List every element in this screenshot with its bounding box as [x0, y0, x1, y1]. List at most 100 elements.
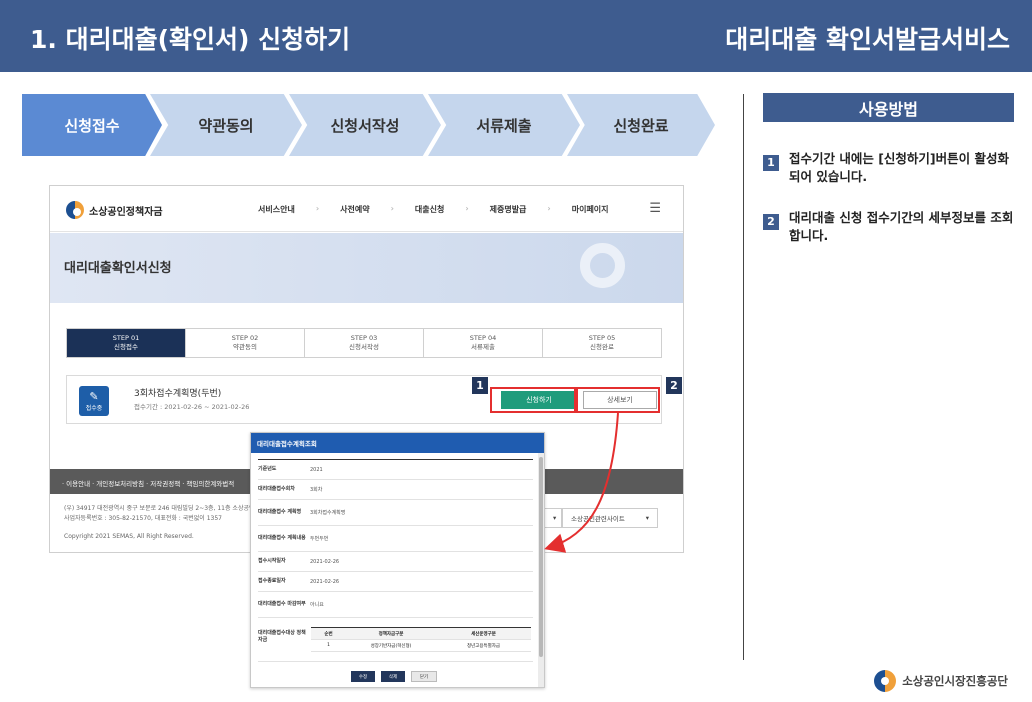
- process-step-2: 약관동의: [150, 94, 302, 156]
- howto-text: 대리대출 신청 접수기간의 세부정보를 조회합니다.: [789, 210, 1014, 243]
- howto-item-1: 1 접수기간 내에는 [신청하기]버튼이 활성화 되어 있습니다.: [763, 150, 1018, 186]
- table-cell: 성장기반자금(혁신형): [370, 643, 412, 649]
- menu-separator: ›: [315, 204, 320, 213]
- service-title: 대리대출 확인서발급서비스: [725, 25, 1010, 54]
- modal-value: 아니요: [310, 602, 324, 608]
- plan-period: 접수기간 : 2021-02-26 ~ 2021-02-26: [134, 403, 250, 411]
- plan-title: 3회차접수계획명(두번): [134, 389, 222, 399]
- menu-item-reservation[interactable]: 사전예약: [340, 204, 369, 215]
- modal-label: 대리대출접수대상 정책자금: [258, 630, 306, 643]
- header-bar: 1. 대리대출(확인서) 신청하기 대리대출 확인서발급서비스: [0, 0, 1032, 72]
- site-step-number: STEP 05: [588, 334, 616, 342]
- page-title: 1. 대리대출(확인서) 신청하기: [30, 25, 351, 54]
- howto-title: 사용방법: [763, 93, 1014, 122]
- modal-value: 두번두번: [310, 536, 329, 542]
- plan-detail-modal: 대리대출접수계획조회 기준년도 2021 대리대출접수회차 3회차 대리대출접수 계…: [250, 432, 545, 688]
- marker-2: 2: [666, 377, 682, 394]
- process-step-label: 약관동의: [198, 116, 254, 135]
- site-step-4: STEP 04 서류제출: [424, 329, 543, 357]
- process-step-label: 신청서작성: [330, 116, 400, 135]
- org-logo-icon: [874, 670, 897, 692]
- process-step-label: 신청완료: [613, 116, 669, 135]
- footer-info: (우) 34917 대전광역시 중구 보문로 246 대림빌딩 2~3층, 11…: [64, 504, 260, 524]
- footer-address: (우) 34917 대전광역시 중구 보문로 246 대림빌딩 2~3층, 11…: [64, 505, 261, 512]
- menu-separator: ›: [390, 204, 394, 213]
- menu-item-service[interactable]: 서비스안내: [258, 204, 295, 215]
- site-step-2: STEP 02 약관동의: [186, 329, 305, 357]
- org-name: 소상공인시장진흥공단: [902, 674, 1008, 688]
- modal-label: 접수시작일자: [258, 558, 286, 564]
- modal-label: 대리대출접수 계획명: [258, 509, 302, 515]
- banner-title: 대리대출확인서신청: [64, 261, 172, 276]
- pencil-icon: ✎ 접수중: [79, 386, 109, 416]
- site-logo-icon: [66, 201, 84, 219]
- menu-item-mypage[interactable]: 마이페이지: [572, 204, 609, 215]
- modal-value: 3회차: [310, 487, 323, 493]
- process-step-3: 신청서작성: [289, 94, 441, 156]
- modal-scrollbar[interactable]: [538, 453, 544, 687]
- edit-button[interactable]: 수정: [351, 671, 375, 682]
- process-step-label: 서류제출: [476, 116, 532, 135]
- related-site-select[interactable]: 소상공인관련사이트 ▾: [562, 508, 658, 528]
- modal-value: 2021-02-26: [310, 558, 340, 565]
- site-nav: 소상공인정책자금 서비스안내 › 사전예약 › 대출신청 › 제증명발급 › 마…: [50, 186, 683, 232]
- site-step-5: STEP 05 신청완료: [543, 329, 661, 357]
- modal-label: 대리대출접수회차: [258, 486, 295, 492]
- hamburger-icon[interactable]: ☰: [649, 201, 661, 216]
- table-cell: 청년고용특별자금: [466, 643, 501, 649]
- marker-1: 1: [472, 377, 488, 394]
- site-menu: 서비스안내 › 사전예약 › 대출신청 › 제증명발급 › 마이페이지: [258, 204, 609, 215]
- menu-item-loan-apply[interactable]: 대출신청: [415, 204, 444, 215]
- site-step-1: STEP 01 신청접수: [67, 329, 186, 357]
- site-select-small[interactable]: ▾: [544, 508, 562, 528]
- pencil-glyph: ✎: [89, 390, 99, 403]
- menu-separator: ›: [547, 204, 551, 213]
- delete-button[interactable]: 삭제: [381, 671, 405, 682]
- chevron-down-icon: ▾: [645, 514, 649, 522]
- org-logo: 소상공인시장진흥공단: [874, 670, 1008, 692]
- site-step-number: STEP 01: [112, 334, 140, 342]
- modal-row: 대리대출접수 계획명 3회차접수계획명: [258, 500, 533, 526]
- table-header-cell: 정책자금구분: [378, 631, 404, 637]
- modal-row: 접수시작일자 2021-02-26: [258, 552, 533, 572]
- modal-label: 대리대출접수 마감여부: [258, 601, 306, 607]
- copyright: Copyright 2021 SEMAS, All Right Reserved…: [64, 533, 194, 540]
- table-row: 1 성장기반자금(혁신형) 청년고용특별자금: [311, 640, 531, 652]
- site-step-bar: STEP 01 신청접수 STEP 02 약관동의 STEP 03 신청서작성 STE…: [66, 328, 662, 358]
- process-step-label: 신청접수: [64, 116, 120, 135]
- site-step-label: 신청접수: [114, 343, 138, 351]
- site-step-number: STEP 03: [350, 334, 378, 342]
- process-step-5: 신청완료: [567, 94, 715, 156]
- close-button[interactable]: 닫기: [411, 671, 437, 682]
- modal-title: 대리대출접수계획조회: [251, 433, 544, 453]
- process-step-4: 서류제출: [428, 94, 580, 156]
- modal-row: 접수종료일자 2021-02-26: [258, 572, 533, 592]
- divider: [743, 94, 744, 660]
- menu-item-certificate[interactable]: 제증명발급: [490, 204, 527, 215]
- site-step-label: 서류제출: [471, 343, 495, 351]
- modal-value: 2021: [310, 466, 323, 473]
- modal-row: 기준년도 2021: [258, 460, 533, 480]
- modal-row: 대리대출접수회차 3회차: [258, 480, 533, 500]
- modal-value: 2021-02-26: [310, 578, 340, 585]
- howto-number: 1: [763, 155, 779, 171]
- modal-row: 대리대출접수 마감여부 아니요: [258, 592, 533, 618]
- table-header-cell: 세산운영구분: [471, 631, 496, 637]
- table-header: 순번 정책자금구분 세산운영구분: [311, 628, 531, 640]
- highlight-apply: [490, 387, 576, 413]
- banner-decoration: [580, 243, 625, 288]
- site-step-label: 신청서작성: [349, 343, 379, 351]
- site-banner: 대리대출확인서신청: [50, 233, 683, 303]
- howto-text: 접수기간 내에는 [신청하기]버튼이 활성화 되어 있습니다.: [789, 151, 1009, 184]
- modal-label: 접수종료일자: [258, 578, 286, 584]
- howto-number: 2: [763, 214, 779, 230]
- modal-row: 대리대출접수 계획내용 두번두번: [258, 526, 533, 552]
- footer-bizno: 사업자등록번호 : 305-82-21570, 대표전화 : 국번없이 1357: [64, 515, 222, 522]
- howto-item-2: 2 대리대출 신청 접수기간의 세부정보를 조회합니다.: [763, 209, 1018, 245]
- modal-value: 3회차접수계획명: [310, 510, 346, 516]
- highlight-detail: [576, 387, 660, 413]
- site-logo-text: 소상공인정책자금: [89, 206, 163, 218]
- site-logo[interactable]: 소상공인정책자금: [66, 201, 163, 219]
- site-step-3: STEP 03 신청서작성: [305, 329, 424, 357]
- site-step-label: 약관동의: [233, 343, 257, 351]
